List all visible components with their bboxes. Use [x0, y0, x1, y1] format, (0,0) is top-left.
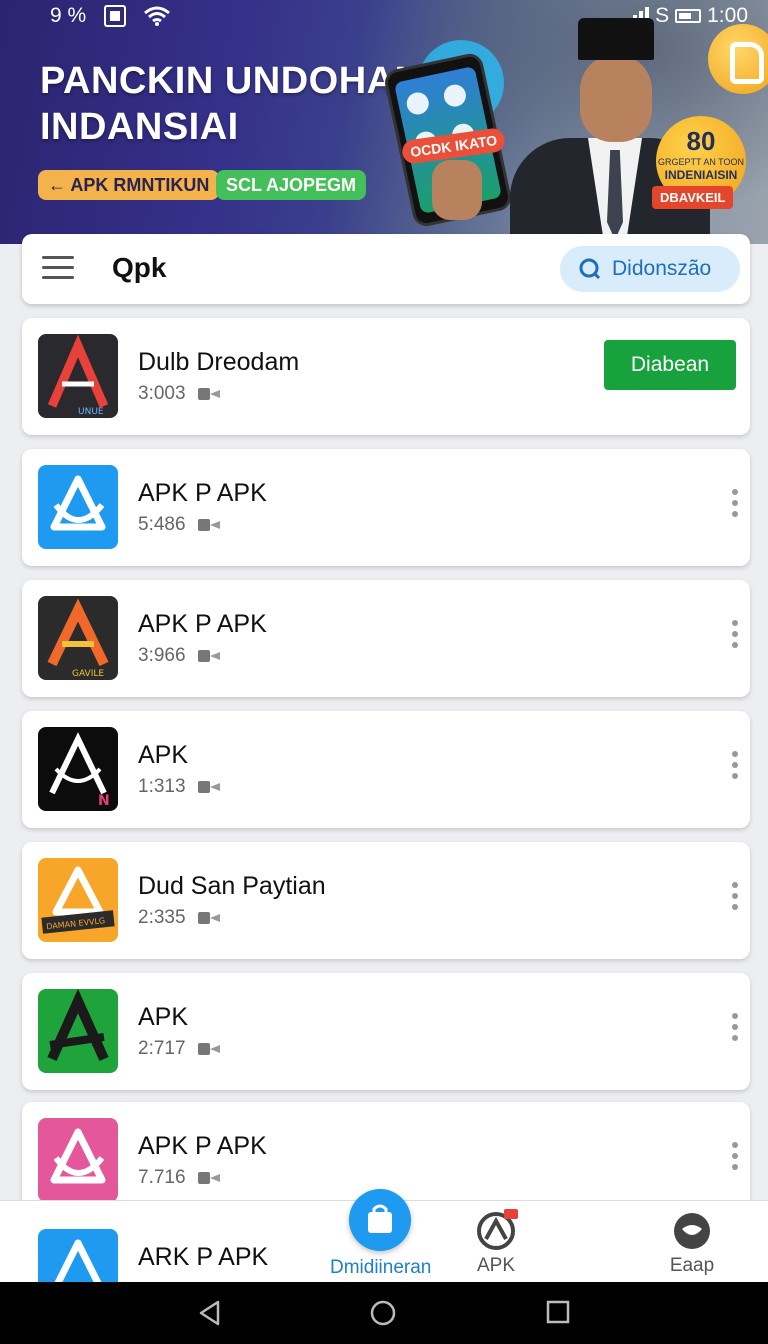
app-icon-tag: GAVILE: [72, 669, 104, 679]
video-icon: [197, 649, 220, 663]
nav-tab-apk-label: APK: [476, 1255, 516, 1276]
more-options-icon[interactable]: [732, 1142, 738, 1174]
app-meta: 3:003: [138, 383, 220, 405]
wifi-icon: [144, 6, 171, 26]
app-meta: 3:966: [138, 645, 220, 667]
more-options-icon[interactable]: [732, 1013, 738, 1045]
app-icon: [38, 1118, 118, 1202]
app-name: APK: [138, 741, 189, 769]
app-icon: UNUE: [38, 334, 118, 418]
nav-tab-eaap-label: Eaap: [669, 1255, 715, 1276]
download-button[interactable]: Diabean: [604, 340, 736, 390]
app-name: APK P APK: [138, 610, 267, 638]
app-meta: 2:335: [138, 907, 220, 929]
app-meta-value: 3:966: [138, 645, 186, 666]
system-navigation-bar: [0, 1282, 768, 1344]
video-icon: [197, 1171, 220, 1185]
app-icon-tag: UNUE: [78, 407, 104, 417]
menu-icon[interactable]: [42, 256, 74, 280]
home-icon[interactable]: [370, 1300, 396, 1326]
top-app-bar: Qpk Didonszão: [22, 234, 750, 304]
banner-title-line1: PANCKIN UNDOHAN: [40, 60, 423, 102]
app-name: Dud San Paytian: [138, 872, 326, 900]
app-meta-value: 2:717: [138, 1038, 186, 1059]
recents-icon[interactable]: [546, 1300, 570, 1324]
video-icon: [197, 911, 220, 925]
more-options-icon[interactable]: [732, 751, 738, 783]
app-icon: [38, 989, 118, 1073]
promo-badge-text: INDENIAISIN: [664, 168, 738, 182]
video-icon: [197, 518, 220, 532]
promo-red-label: DBAVKEIL: [652, 186, 734, 209]
list-item[interactable]: APK P APK 5:486: [22, 449, 750, 566]
search-button[interactable]: Didonszão: [560, 246, 740, 292]
app-meta-value: 7.716: [138, 1167, 186, 1188]
app-meta: 1:313: [138, 776, 220, 798]
app-name: APK P APK: [138, 479, 267, 507]
banner-title-line2: INDANSIAI: [40, 106, 239, 148]
nav-tab-home[interactable]: Dmidiineran: [330, 1189, 432, 1279]
list-item[interactable]: N APK 1:313: [22, 711, 750, 828]
video-icon: [197, 1042, 220, 1056]
app-icon-tag: N: [98, 793, 110, 809]
more-options-icon[interactable]: [732, 620, 738, 652]
video-icon: [197, 387, 220, 401]
list-item[interactable]: GAVILE APK P APK 3:966: [22, 580, 750, 697]
app-icon: [38, 465, 118, 549]
app-meta-value: 5:486: [138, 514, 186, 535]
app-meta: 7.716: [138, 1167, 220, 1189]
app-name: APK P APK: [138, 1132, 267, 1160]
app-name: APK: [138, 1003, 189, 1031]
list-item[interactable]: DAMAN EVVLG Dud San Paytian 2:335: [22, 842, 750, 959]
app-meta: 2:717: [138, 1038, 220, 1060]
apk-nav-icon: [476, 1209, 518, 1251]
more-options-icon[interactable]: [732, 489, 738, 521]
list-item[interactable]: UNUE Dulb Dreodam 3:003 Diabean: [22, 318, 750, 435]
more-options-icon[interactable]: [732, 882, 738, 914]
app-icon: N: [38, 727, 118, 811]
app-icon: GAVILE: [38, 596, 118, 680]
app-meta: 5:486: [138, 514, 220, 536]
promo-badge-small: GRGEPTT AN TOON: [657, 157, 745, 167]
sim-card-icon: [104, 5, 127, 27]
nav-tab-eaap[interactable]: Eaap: [660, 1211, 724, 1277]
video-icon: [197, 780, 220, 794]
app-meta-value: 3:003: [138, 383, 186, 404]
back-icon[interactable]: [198, 1300, 222, 1326]
promo-badge-number: 80: [686, 126, 716, 156]
shopping-bag-icon: [349, 1189, 411, 1251]
banner-title: PANCKIN UNDOHAN INDANSIAI: [40, 58, 423, 150]
profile-nav-icon: [672, 1211, 712, 1251]
app-icon: DAMAN EVVLG: [38, 858, 118, 942]
app-meta-value: 1:313: [138, 776, 186, 797]
battery-percent: 9 %: [50, 4, 87, 27]
app-name: Dulb Dreodam: [138, 348, 300, 376]
nav-tab-apk[interactable]: APK: [466, 1209, 526, 1277]
nav-tab-home-label: Dmidiineran: [330, 1257, 432, 1278]
list-item[interactable]: APK 2:717: [22, 973, 750, 1090]
bottom-navigation: ARK P APK Dmidiineran APK Eaap: [0, 1189, 768, 1283]
app-meta-value: 2:335: [138, 907, 186, 928]
app-icon: [38, 1229, 118, 1283]
notification-badge: [504, 1209, 518, 1219]
search-icon: [579, 258, 601, 280]
search-button-label: Didonszão: [612, 257, 712, 280]
app-name: ARK P APK: [138, 1243, 269, 1271]
banner-apk-button[interactable]: ← APK RMNTIKUN: [38, 170, 220, 200]
banner-secondary-button[interactable]: SCL AJOPEGM: [216, 170, 367, 200]
page-title: Qpk: [112, 252, 167, 283]
promo-banner[interactable]: 9 % S 1:00 PANCKIN UNDOHAN INDANSIAI ← A…: [0, 0, 768, 244]
